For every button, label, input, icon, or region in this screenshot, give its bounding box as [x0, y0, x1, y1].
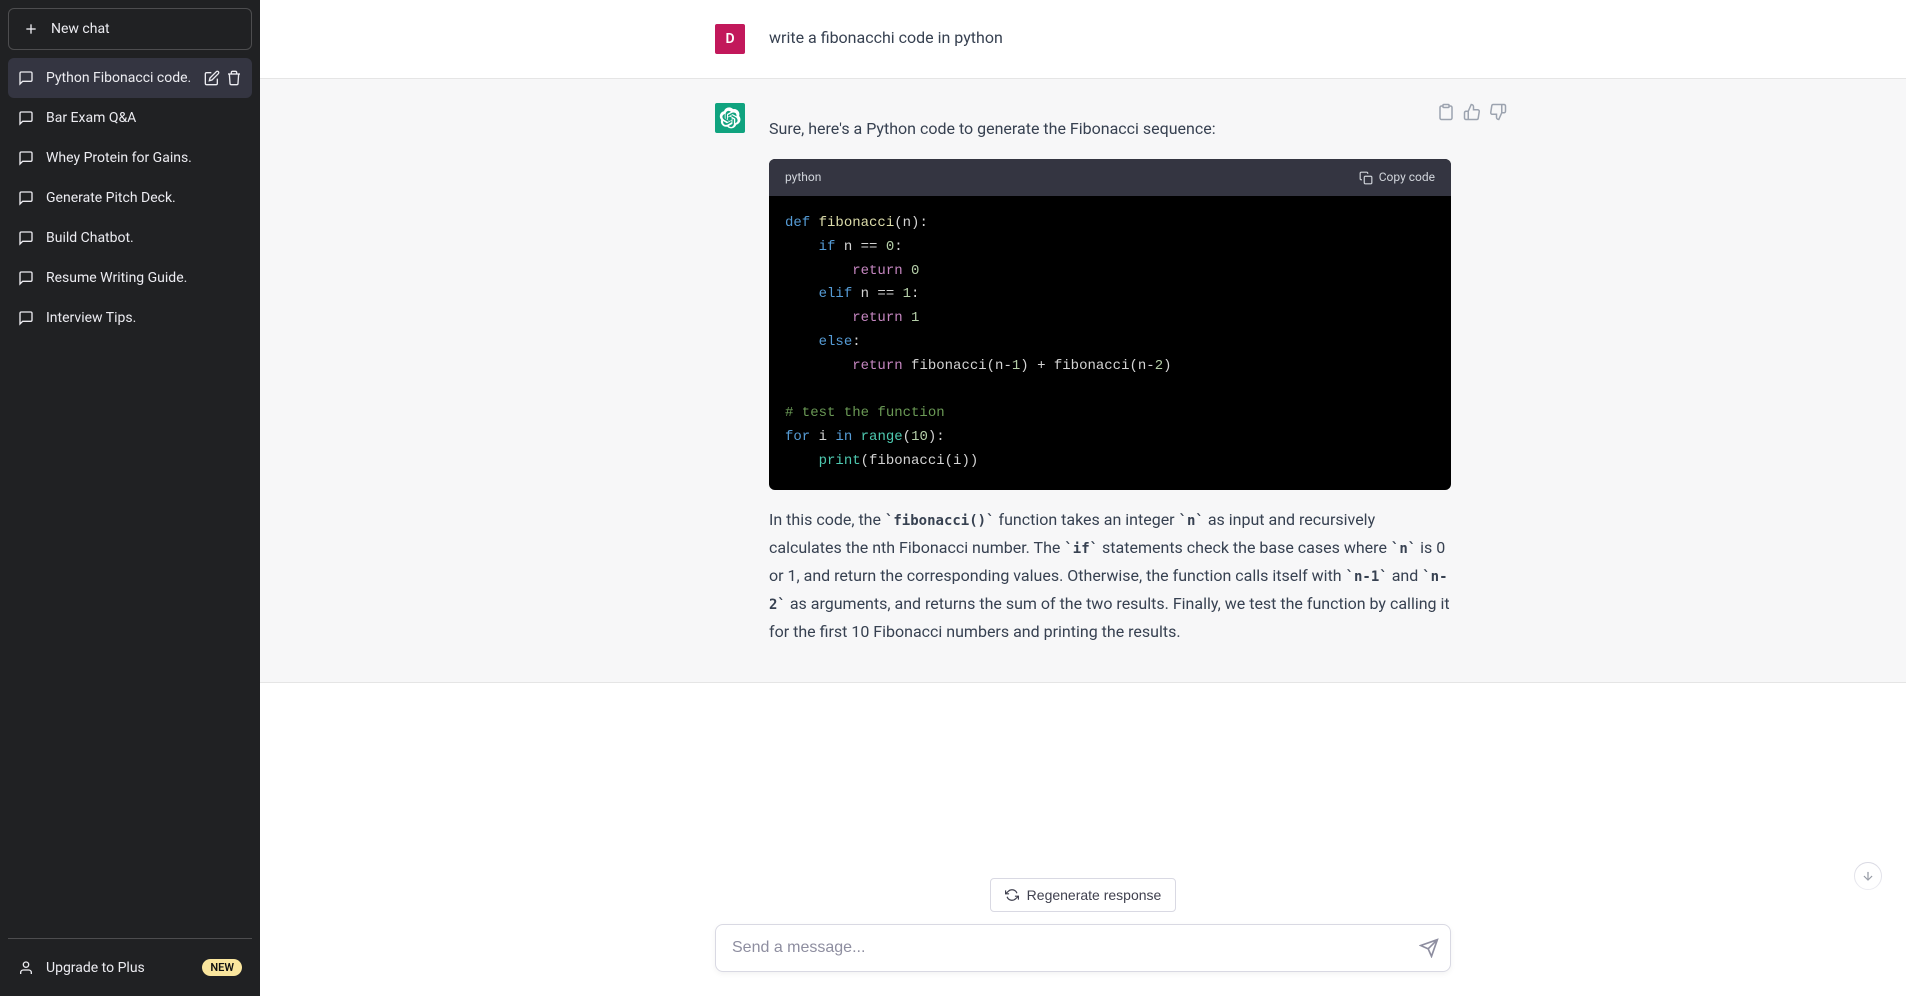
sidebar-item[interactable]: Bar Exam Q&A — [8, 98, 252, 138]
user-avatar: D — [715, 24, 745, 54]
sidebar-item[interactable]: Whey Protein for Gains. — [8, 138, 252, 178]
new-chat-button[interactable]: New chat — [8, 8, 252, 50]
sidebar-item[interactable]: Build Chatbot. — [8, 218, 252, 258]
upgrade-button[interactable]: Upgrade to Plus NEW — [8, 947, 252, 988]
assistant-intro-text: Sure, here's a Python code to generate t… — [769, 115, 1451, 143]
sidebar: New chat Python Fibonacci code. Bar Exam … — [0, 0, 260, 996]
send-icon[interactable] — [1419, 938, 1439, 958]
assistant-explanation: In this code, the `fibonacci()` function… — [769, 506, 1451, 646]
copy-code-label: Copy code — [1379, 167, 1435, 188]
assistant-message-body: Sure, here's a Python code to generate t… — [769, 103, 1451, 658]
bottom-input-area: Regenerate response — [260, 862, 1906, 996]
sidebar-item-label: Whey Protein for Gains. — [46, 150, 242, 166]
user-message-text: write a fibonacchi code in python — [769, 24, 1451, 54]
sidebar-item-label: Generate Pitch Deck. — [46, 190, 242, 206]
trash-icon[interactable] — [226, 70, 242, 86]
sidebar-item-label: Build Chatbot. — [46, 230, 242, 246]
sidebar-item[interactable]: Generate Pitch Deck. — [8, 178, 252, 218]
assistant-message-actions — [1437, 103, 1507, 121]
code-language-label: python — [785, 167, 821, 188]
assistant-avatar — [715, 103, 745, 133]
chat-icon — [18, 70, 34, 86]
message-input-row — [699, 924, 1467, 972]
plus-icon — [23, 21, 39, 37]
edit-icon[interactable] — [204, 70, 220, 86]
sidebar-item-label: Resume Writing Guide. — [46, 270, 242, 286]
code-block: python Copy code def fibonacci(n): if n … — [769, 159, 1451, 490]
chat-icon — [18, 110, 34, 126]
copy-code-button[interactable]: Copy code — [1359, 167, 1435, 188]
user-message-row: D write a fibonacchi code in python — [260, 0, 1906, 79]
clipboard-icon — [1359, 171, 1373, 185]
new-badge: NEW — [202, 959, 242, 976]
thumbs-down-icon[interactable] — [1489, 103, 1507, 121]
refresh-icon — [1005, 888, 1019, 902]
sidebar-item-label: Interview Tips. — [46, 310, 242, 326]
sidebar-item[interactable]: Interview Tips. — [8, 298, 252, 338]
clipboard-icon[interactable] — [1437, 103, 1455, 121]
chat-icon — [18, 310, 34, 326]
chat-icon — [18, 270, 34, 286]
sidebar-item[interactable]: Python Fibonacci code. — [8, 58, 252, 98]
sidebar-item-label: Bar Exam Q&A — [46, 110, 242, 126]
user-icon — [18, 960, 34, 976]
openai-logo-icon — [719, 107, 741, 129]
code-header: python Copy code — [769, 159, 1451, 196]
upgrade-label: Upgrade to Plus — [46, 960, 145, 976]
chat-icon — [18, 230, 34, 246]
sidebar-footer: Upgrade to Plus NEW — [8, 938, 252, 988]
chat-icon — [18, 150, 34, 166]
regenerate-label: Regenerate response — [1027, 887, 1162, 903]
regenerate-button[interactable]: Regenerate response — [990, 878, 1177, 912]
messages-scroll[interactable]: D write a fibonacchi code in python Sure… — [260, 0, 1906, 996]
sidebar-item-label: Python Fibonacci code. — [46, 70, 192, 86]
sidebar-item[interactable]: Resume Writing Guide. — [8, 258, 252, 298]
chat-icon — [18, 190, 34, 206]
code-body: def fibonacci(n): if n == 0: return 0 el… — [769, 196, 1451, 490]
new-chat-label: New chat — [51, 21, 110, 37]
message-input[interactable] — [715, 924, 1451, 972]
thumbs-up-icon[interactable] — [1463, 103, 1481, 121]
main-panel: D write a fibonacchi code in python Sure… — [260, 0, 1906, 996]
conversation-list: Python Fibonacci code. Bar Exam Q&A Whey P… — [8, 58, 252, 938]
assistant-message-row: Sure, here's a Python code to generate t… — [260, 79, 1906, 683]
